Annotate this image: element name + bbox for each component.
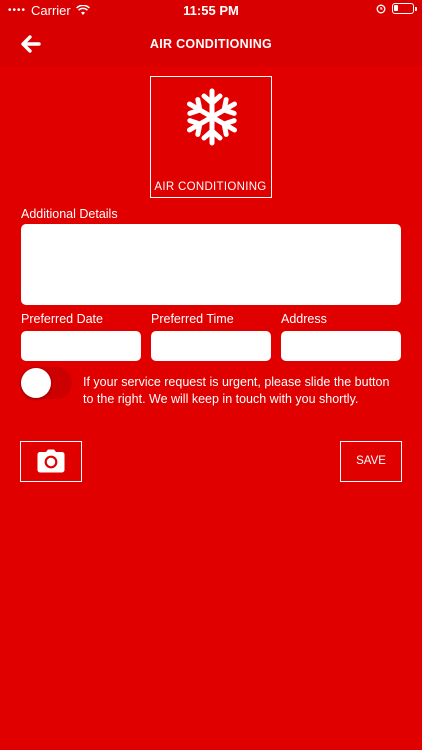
preferred-time-label: Preferred Time xyxy=(151,312,234,326)
camera-icon xyxy=(37,449,65,473)
battery-icon xyxy=(392,3,417,14)
status-time: 11:55 PM xyxy=(183,3,239,18)
alarm-icon xyxy=(376,4,386,13)
address-label: Address xyxy=(281,312,327,326)
preferred-date-input[interactable] xyxy=(21,331,141,361)
nav-bar: AIR CONDITIONING xyxy=(0,22,422,66)
urgent-toggle[interactable] xyxy=(20,367,72,399)
additional-details-input[interactable] xyxy=(21,224,401,305)
status-right xyxy=(376,3,417,14)
additional-details-label: Additional Details xyxy=(21,207,118,221)
category-label: AIR CONDITIONING xyxy=(154,181,267,193)
save-button[interactable]: SAVE xyxy=(340,441,402,482)
preferred-time-input[interactable] xyxy=(151,331,271,361)
page-title: AIR CONDITIONING xyxy=(149,37,273,51)
status-bar: •••• Carrier 11:55 PM xyxy=(0,0,422,22)
toggle-knob[interactable] xyxy=(21,368,51,398)
address-input[interactable] xyxy=(281,331,401,361)
battery-level xyxy=(394,5,398,11)
urgent-description: If your service request is urgent, pleas… xyxy=(83,375,390,406)
camera-button[interactable] xyxy=(20,441,82,482)
snowflake-icon xyxy=(186,88,238,146)
preferred-date-label: Preferred Date xyxy=(21,312,103,326)
category-tile: AIR CONDITIONING xyxy=(150,76,272,198)
